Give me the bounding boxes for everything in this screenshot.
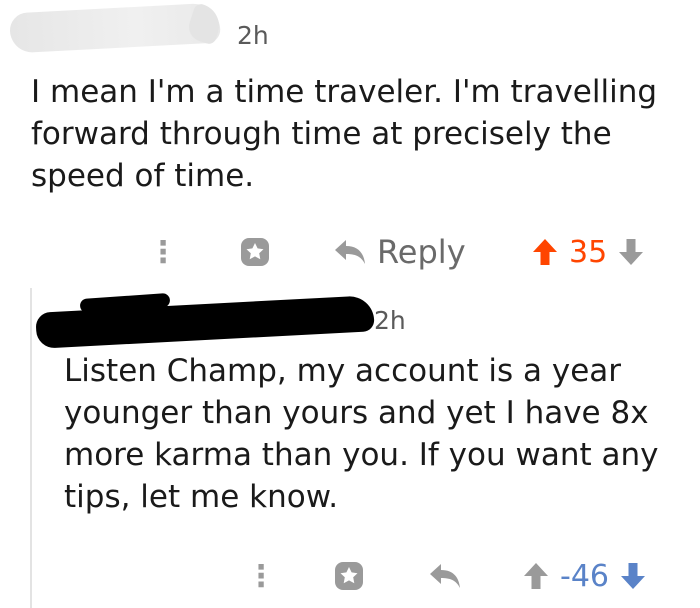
- comment-timestamp: 2h: [237, 21, 269, 50]
- comment-actions: ⋮ Reply 35: [0, 232, 700, 272]
- more-options-button[interactable]: ⋮: [148, 235, 178, 270]
- comment-reply: 2h Listen Champ, my account is a year yo…: [0, 284, 700, 608]
- comment-body: I mean I'm a time traveler. I'm travelli…: [31, 74, 658, 194]
- award-icon: [241, 238, 269, 266]
- score-count: 35: [569, 234, 608, 270]
- award-icon: [335, 562, 363, 590]
- comment-timestamp: 2h: [374, 306, 406, 335]
- award-button[interactable]: [332, 559, 366, 593]
- score-count: -46: [560, 558, 609, 594]
- upvote-icon[interactable]: [531, 237, 559, 267]
- comment-parent: 2h I mean I'm a time traveler. I'm trave…: [0, 0, 700, 284]
- upvote-icon[interactable]: [522, 561, 550, 591]
- reply-icon: [335, 240, 365, 264]
- more-options-button[interactable]: ⋮: [246, 559, 276, 594]
- reply-button[interactable]: Reply: [333, 233, 466, 271]
- downvote-icon[interactable]: [619, 561, 647, 591]
- award-button[interactable]: [238, 235, 272, 269]
- more-icon: ⋮: [246, 558, 276, 594]
- reply-label: Reply: [377, 233, 466, 271]
- reply-button[interactable]: [428, 562, 462, 590]
- vote-controls: -46: [522, 559, 647, 594]
- more-icon: ⋮: [148, 234, 178, 270]
- comment-actions: ⋮ -46: [0, 556, 700, 596]
- comment-body: Listen Champ, my account is a year young…: [64, 353, 659, 515]
- downvote-icon[interactable]: [617, 237, 645, 267]
- reply-icon: [430, 564, 460, 588]
- vote-controls: 35: [531, 235, 645, 270]
